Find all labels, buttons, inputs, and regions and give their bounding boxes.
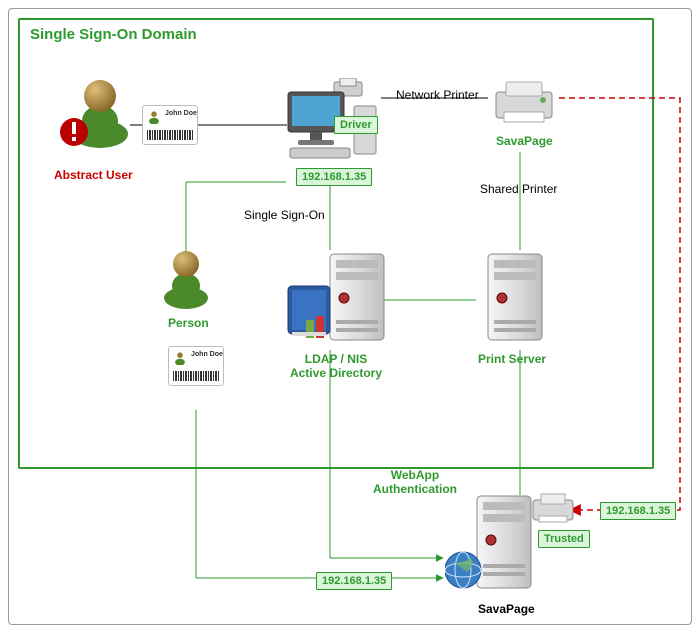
- network-printer-icon: [488, 78, 560, 128]
- domain-title: Single Sign-On Domain: [30, 26, 197, 43]
- trusted-badge: Trusted: [538, 530, 590, 548]
- abstract-user-label: Abstract User: [54, 168, 133, 182]
- sso-edge-label: Single Sign-On: [244, 208, 325, 222]
- network-printer-edge-label: Network Printer: [396, 88, 479, 102]
- ldap-server-icon: [282, 248, 392, 348]
- idcard-abstract: John Doe: [142, 105, 198, 145]
- savapage-label: SavaPage: [478, 602, 535, 616]
- print-server-icon: [480, 248, 550, 348]
- idcard-person: John Doe: [168, 346, 224, 386]
- savapage-ip-right: 192.168.1.35: [600, 502, 676, 520]
- abstract-user-icon: [60, 72, 140, 152]
- print-server-label: Print Server: [478, 352, 546, 366]
- workstation-ip: 192.168.1.35: [296, 168, 372, 186]
- person-icon: [154, 246, 218, 310]
- savapage-ip-bottom: 192.168.1.35: [316, 572, 392, 590]
- person-label: Person: [168, 316, 209, 330]
- shared-printer-label: Shared Printer: [480, 182, 557, 196]
- driver-badge: Driver: [334, 116, 378, 134]
- printer-brand-label: SavaPage: [496, 134, 553, 148]
- ldap-label: LDAP / NIS Active Directory: [276, 352, 396, 380]
- diagram-canvas: Single Sign-On Domain: [0, 0, 700, 633]
